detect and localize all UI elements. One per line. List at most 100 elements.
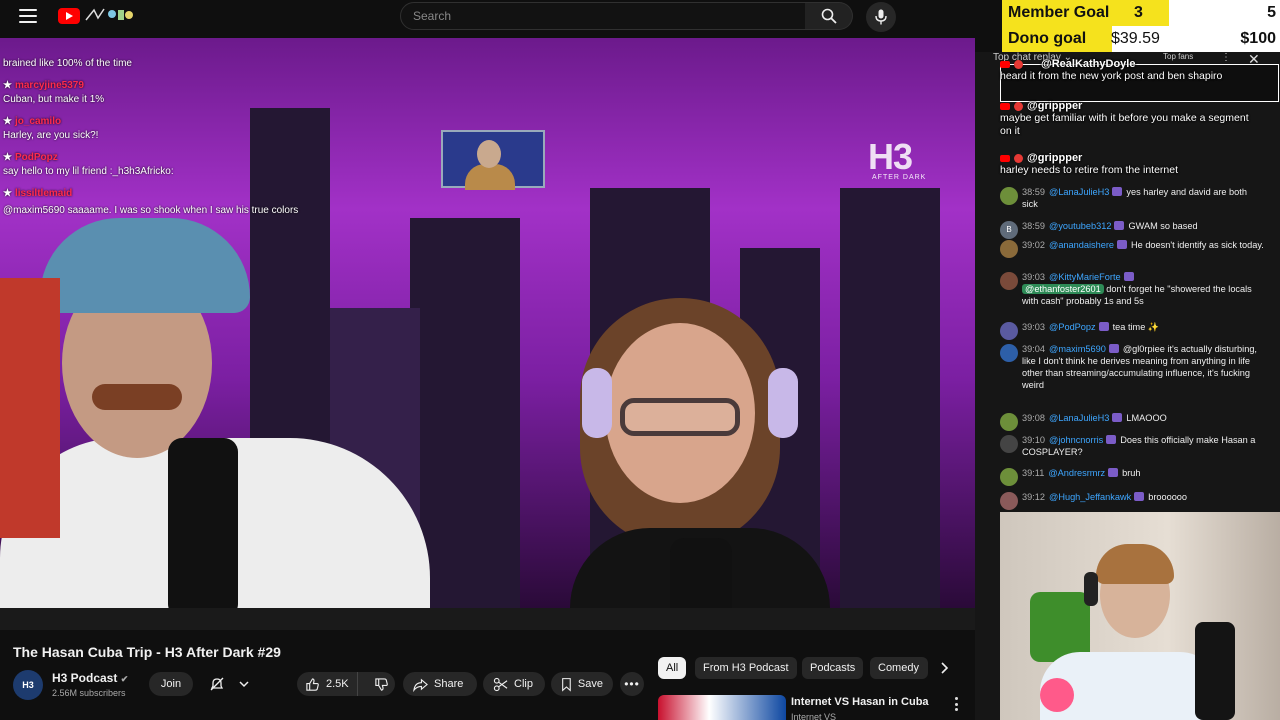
overlay-username: ★ PodPopz: [3, 146, 333, 164]
host-right-glasses: [620, 398, 740, 436]
message-username[interactable]: @Hugh_Jeffankawk: [1049, 492, 1131, 502]
member-badge-icon: [1112, 187, 1123, 196]
youtube-logo[interactable]: [58, 8, 80, 24]
voice-search-button[interactable]: [866, 2, 896, 32]
message-username[interactable]: @KittyMarieForte: [1049, 272, 1121, 282]
member-badge-icon: [1106, 435, 1117, 444]
overlay-username: ★ jo_camilo: [3, 110, 333, 128]
recommendation-channel: Internet VS: [791, 712, 837, 720]
chat-message-body: 39:12 @Hugh_Jeffankawk broooooo: [1022, 492, 1187, 510]
avatar[interactable]: [1000, 240, 1018, 258]
chip-all[interactable]: All: [658, 657, 687, 679]
message-mention[interactable]: @ethanfoster2601: [1022, 283, 1104, 294]
dislike-button[interactable]: [364, 672, 399, 696]
member-badge-icon: [1134, 492, 1145, 501]
avatar[interactable]: B: [1000, 221, 1018, 239]
goal-overlay: Member Goal 3 5 Dono goal $39.59 $100: [1002, 0, 1280, 52]
chat-message: 39:10 @johncnorris Does this officially ma…: [1000, 435, 1265, 459]
recommendation-thumbnail[interactable]: [658, 695, 786, 720]
star-icon: ★: [3, 115, 12, 127]
message-username[interactable]: @LanaJulieH3: [1049, 187, 1109, 197]
super-chat-user: @grippper: [1000, 100, 1250, 112]
like-dislike-group: 2.5K: [297, 672, 395, 696]
video-player[interactable]: H3 AFTER DARK brained like 100% of the t…: [0, 38, 975, 608]
notification-bell-button[interactable]: [202, 672, 256, 696]
host-right: [470, 268, 970, 608]
avatar[interactable]: [1000, 187, 1018, 205]
h3-brand-sub: AFTER DARK: [872, 174, 927, 181]
overlay-username-text: lissiltlemaid: [14, 187, 73, 199]
super-chat: @grippper maybe get familiar with it bef…: [1000, 100, 1250, 138]
message-timestamp: 38:59: [1022, 187, 1045, 197]
chat-more-icon[interactable]: ⋮: [1221, 52, 1231, 63]
chat-message: 39:03 @KittyMarieForte @ethanfoster2601 do…: [1000, 272, 1265, 308]
member-goal-bar: Member Goal 3 5: [1002, 0, 1280, 26]
avatar[interactable]: [1000, 272, 1018, 290]
chat-message-body: 39:11 @Andresrmrz bruh: [1022, 468, 1141, 486]
avatar[interactable]: [1000, 435, 1018, 453]
message-text: GWAM so based: [1128, 221, 1198, 231]
streamer-webcam: [1000, 512, 1280, 720]
member-badge-icon: [1098, 322, 1109, 331]
chip-comedy[interactable]: Comedy: [870, 657, 928, 679]
chat-message-body: 39:03 @PodPopz tea time ✨: [1022, 322, 1159, 340]
message-timestamp: 39:03: [1022, 272, 1045, 282]
avatar: [1014, 101, 1023, 111]
message-username[interactable]: @Andresrmrz: [1048, 468, 1105, 478]
message-username[interactable]: @LanaJulieH3: [1049, 413, 1109, 423]
video-progress-area[interactable]: [0, 608, 975, 630]
member-goal-label: Member Goal: [1008, 4, 1110, 21]
avatar[interactable]: [1000, 413, 1018, 431]
search-button[interactable]: [805, 2, 853, 30]
chip-from-channel[interactable]: From H3 Podcast: [695, 657, 797, 679]
more-actions-button[interactable]: •••: [620, 672, 644, 696]
recommendation-menu-icon[interactable]: [950, 697, 962, 711]
chat-message: B 38:59 @youtubeb312 GWAM so based: [1000, 221, 1265, 239]
webcam-microphone: [1195, 622, 1235, 720]
chip-podcasts[interactable]: Podcasts: [802, 657, 864, 679]
webcam-pink-object: [1040, 678, 1074, 712]
host-left-microphone: [168, 438, 238, 608]
share-button[interactable]: Share: [403, 672, 477, 696]
chips-next-button[interactable]: [936, 660, 952, 676]
channel-avatar[interactable]: H3: [13, 670, 43, 700]
message-timestamp: 39:03: [1022, 322, 1045, 332]
host-right-headphone: [768, 368, 798, 438]
avatar[interactable]: [1000, 322, 1018, 340]
message-username[interactable]: @anandaishere: [1049, 240, 1114, 250]
bookmark-icon: [562, 677, 571, 692]
search-input[interactable]: Search: [400, 2, 806, 30]
recommendation-title[interactable]: Internet VS Hasan in Cuba: [791, 696, 929, 708]
clip-button[interactable]: Clip: [483, 672, 545, 696]
hamburger-menu-icon[interactable]: [19, 9, 37, 23]
save-button[interactable]: Save: [551, 672, 613, 696]
message-username[interactable]: @PodPopz: [1049, 322, 1096, 332]
super-chat-username: @grippper: [1027, 100, 1083, 112]
super-chat-username: @grippper: [1027, 152, 1083, 164]
member-goal-target: 5: [1267, 4, 1276, 21]
clip-label: Clip: [514, 678, 533, 690]
chat-message: 39:12 @Hugh_Jeffankawk broooooo: [1000, 492, 1265, 510]
share-label: Share: [434, 678, 464, 690]
avatar[interactable]: [1000, 344, 1018, 362]
channel-name[interactable]: H3 Podcast ✔: [52, 671, 128, 685]
avatar[interactable]: [1000, 468, 1018, 486]
overlay-username-text: marcyjine5379: [14, 79, 84, 91]
scissors-icon: [493, 677, 508, 691]
avatar[interactable]: [1000, 492, 1018, 510]
chat-message-body: 39:04 @maxim5690 @gl0rpiee it's actually d…: [1022, 344, 1265, 392]
doodle-logo-icon[interactable]: [84, 6, 134, 24]
host-left-cap: [40, 218, 250, 313]
message-username[interactable]: @maxim5690: [1049, 344, 1106, 354]
dono-goal-target: $100: [1240, 30, 1276, 47]
like-button[interactable]: 2.5K: [297, 672, 358, 696]
message-username[interactable]: @youtubeb312: [1049, 221, 1111, 231]
join-button[interactable]: Join: [149, 672, 193, 696]
overlay-username: ★ lissiltlemaid: [3, 182, 333, 200]
message-username[interactable]: @johncnorris: [1049, 435, 1103, 445]
star-icon: ★: [3, 79, 12, 91]
super-chat-user: @grippper: [1000, 152, 1260, 164]
thumbs-up-icon: [306, 677, 319, 691]
star-icon: ★: [3, 151, 12, 163]
message-text: bruh: [1122, 468, 1141, 478]
